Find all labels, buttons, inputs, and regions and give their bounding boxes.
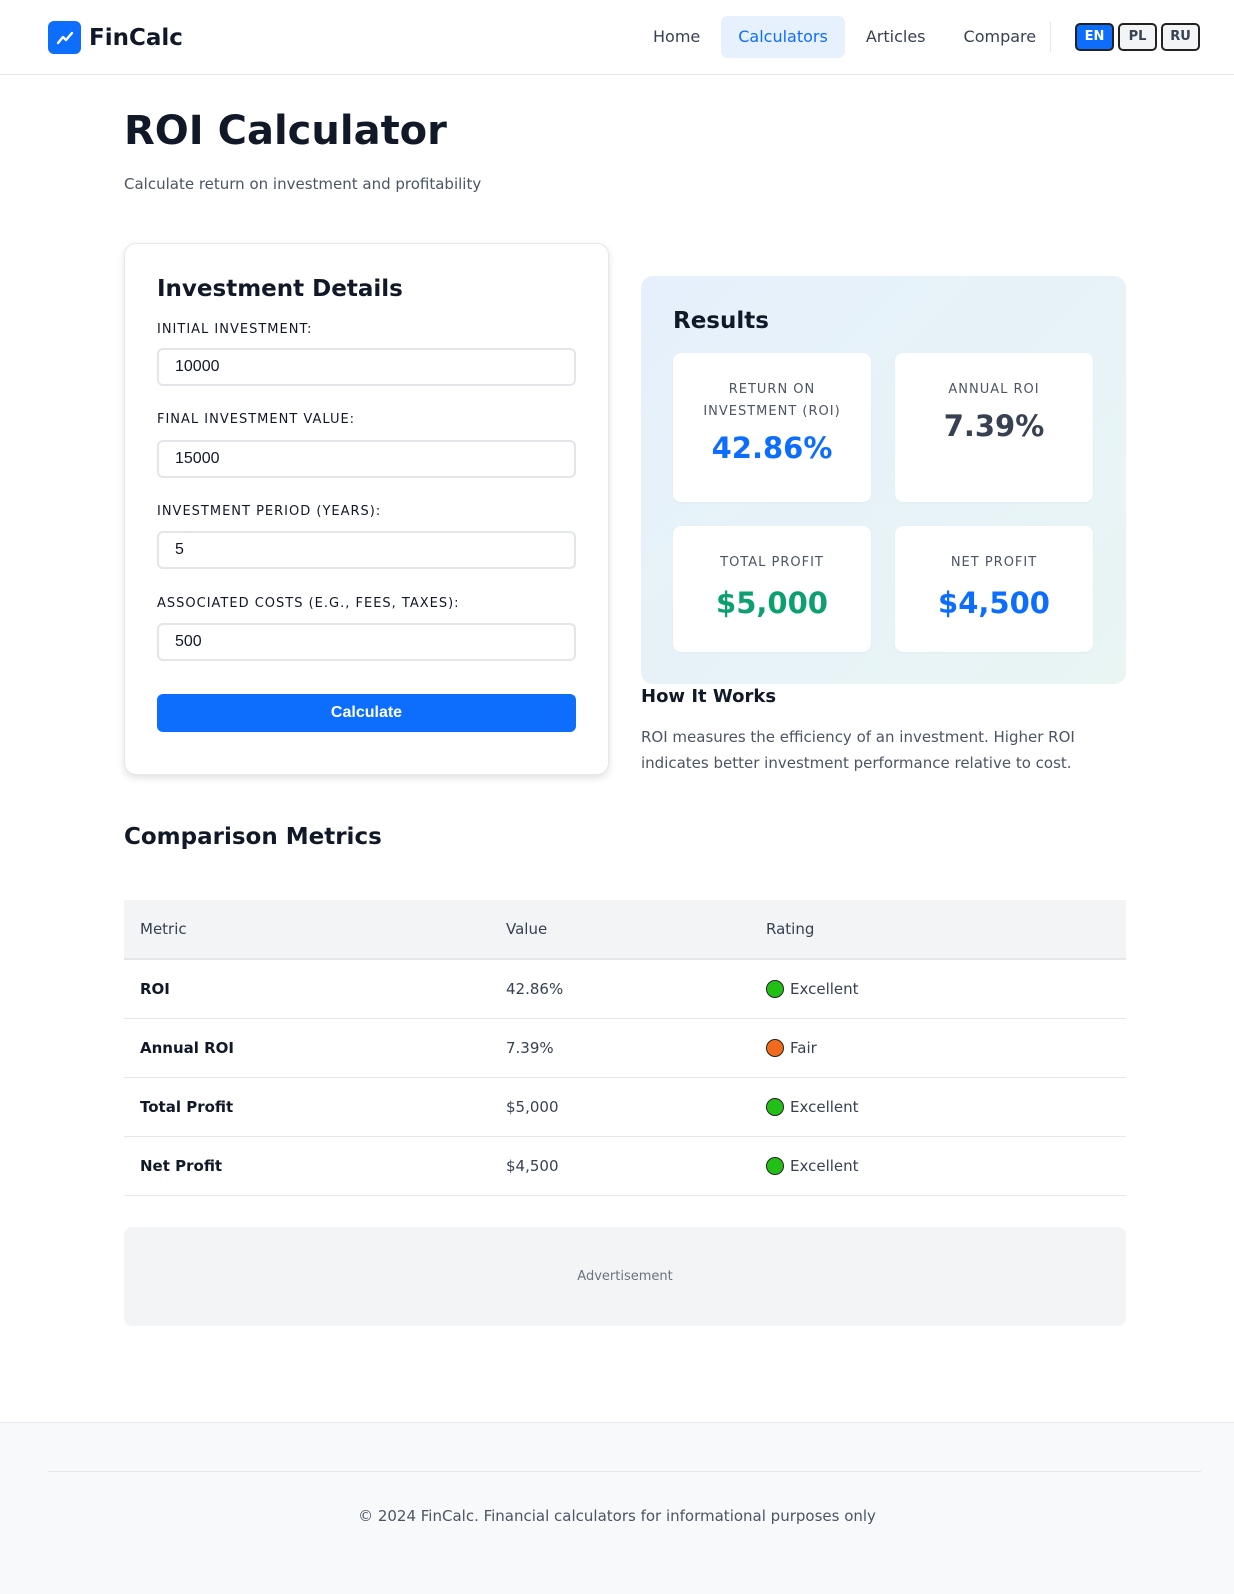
rating-label: Fair	[790, 1039, 817, 1057]
row-metric: Net Profit	[140, 1157, 223, 1175]
row-value: $5,000	[506, 1098, 559, 1116]
comparison-table: Metric Value Rating ROI 42.86% Excellent…	[124, 900, 1126, 1196]
green-circle-icon	[766, 980, 784, 998]
final-value-input[interactable]	[157, 440, 576, 478]
results-title: Results	[673, 308, 769, 334]
row-metric: ROI	[140, 980, 170, 998]
total-profit-value: $5,000	[716, 586, 828, 620]
comparison-title: Comparison Metrics	[124, 824, 382, 850]
nav-articles[interactable]: Articles	[849, 16, 943, 58]
table-row: Annual ROI 7.39% Fair	[124, 1019, 1126, 1078]
row-rating: Excellent	[750, 980, 1126, 998]
initial-investment-label: INITIAL INVESTMENT:	[157, 322, 313, 337]
table-header: Metric Value Rating	[124, 900, 1126, 960]
table-row: ROI 42.86% Excellent	[124, 960, 1126, 1019]
footer-copyright: © 2024 FinCalc. Financial calculators fo…	[358, 1507, 876, 1525]
lang-en-button[interactable]: EN	[1075, 23, 1114, 51]
calculate-button[interactable]: Calculate	[157, 694, 576, 732]
header-metric: Metric	[140, 920, 187, 938]
row-metric: Total Profit	[140, 1098, 234, 1116]
rating-label: Excellent	[790, 980, 859, 998]
total-profit-card: TOTAL PROFIT $5,000	[673, 526, 871, 652]
annual-roi-card: ANNUAL ROI 7.39%	[895, 353, 1093, 502]
results-panel: Results RETURN ON INVESTMENT (ROI) 42.86…	[641, 276, 1126, 684]
row-rating: Fair	[750, 1039, 1126, 1057]
costs-input[interactable]	[157, 623, 576, 661]
advertisement-slot[interactable]: Advertisement	[124, 1227, 1126, 1326]
page-title: ROI Calculator	[124, 108, 447, 154]
how-it-works-text: ROI measures the efficiency of an invest…	[641, 728, 1075, 772]
orange-circle-icon	[766, 1039, 784, 1057]
how-it-works-title: How It Works	[641, 686, 777, 707]
nav-calculators[interactable]: Calculators	[721, 16, 845, 58]
final-value-label: FINAL INVESTMENT VALUE:	[157, 412, 356, 427]
total-profit-label: TOTAL PROFIT	[720, 555, 824, 570]
header-rating: Rating	[766, 920, 815, 938]
rating-label: Excellent	[790, 1157, 859, 1175]
roi-card: RETURN ON INVESTMENT (ROI) 42.86%	[673, 353, 871, 502]
nav-compare[interactable]: Compare	[947, 16, 1054, 58]
costs-label: ASSOCIATED COSTS (E.G., FEES, TAXES):	[157, 596, 460, 611]
footer-divider	[48, 1471, 1201, 1472]
site-header: FinCalc Home Calculators Articles Compar…	[0, 0, 1234, 75]
roi-value: 42.86%	[711, 431, 833, 465]
nav-home[interactable]: Home	[636, 16, 717, 58]
language-switcher: EN PL RU	[1075, 23, 1204, 51]
row-value: 7.39%	[506, 1039, 554, 1057]
lang-pl-button[interactable]: PL	[1118, 23, 1157, 51]
site-footer: © 2024 FinCalc. Financial calculators fo…	[0, 1422, 1234, 1594]
lang-ru-button[interactable]: RU	[1161, 23, 1200, 51]
investment-form: Investment Details INITIAL INVESTMENT: F…	[124, 243, 609, 775]
row-metric: Annual ROI	[140, 1039, 235, 1057]
rating-label: Excellent	[790, 1098, 859, 1116]
table-row: Total Profit $5,000 Excellent	[124, 1078, 1126, 1137]
annual-roi-label: ANNUAL ROI	[948, 382, 1040, 397]
trending-up-icon	[48, 21, 81, 54]
row-value: 42.86%	[506, 980, 564, 998]
net-profit-value: $4,500	[938, 586, 1050, 620]
period-label: INVESTMENT PERIOD (YEARS):	[157, 504, 382, 519]
row-rating: Excellent	[750, 1098, 1126, 1116]
net-profit-card: NET PROFIT $4,500	[895, 526, 1093, 652]
initial-investment-input[interactable]	[157, 348, 576, 386]
main-nav: Home Calculators Articles Compare	[636, 16, 1057, 58]
annual-roi-value: 7.39%	[943, 409, 1045, 443]
form-title: Investment Details	[157, 276, 403, 302]
green-circle-icon	[766, 1098, 784, 1116]
row-value: $4,500	[506, 1157, 559, 1175]
green-circle-icon	[766, 1157, 784, 1175]
header-value: Value	[506, 920, 548, 938]
logo[interactable]: FinCalc	[48, 21, 183, 54]
period-input[interactable]	[157, 531, 576, 569]
brand-name: FinCalc	[89, 24, 183, 51]
net-profit-label: NET PROFIT	[950, 555, 1038, 570]
roi-label: RETURN ON INVESTMENT (ROI)	[703, 382, 841, 419]
row-rating: Excellent	[750, 1157, 1126, 1175]
nav-divider	[1050, 22, 1051, 52]
page-subtitle: Calculate return on investment and profi…	[124, 175, 482, 193]
table-row: Net Profit $4,500 Excellent	[124, 1137, 1126, 1196]
